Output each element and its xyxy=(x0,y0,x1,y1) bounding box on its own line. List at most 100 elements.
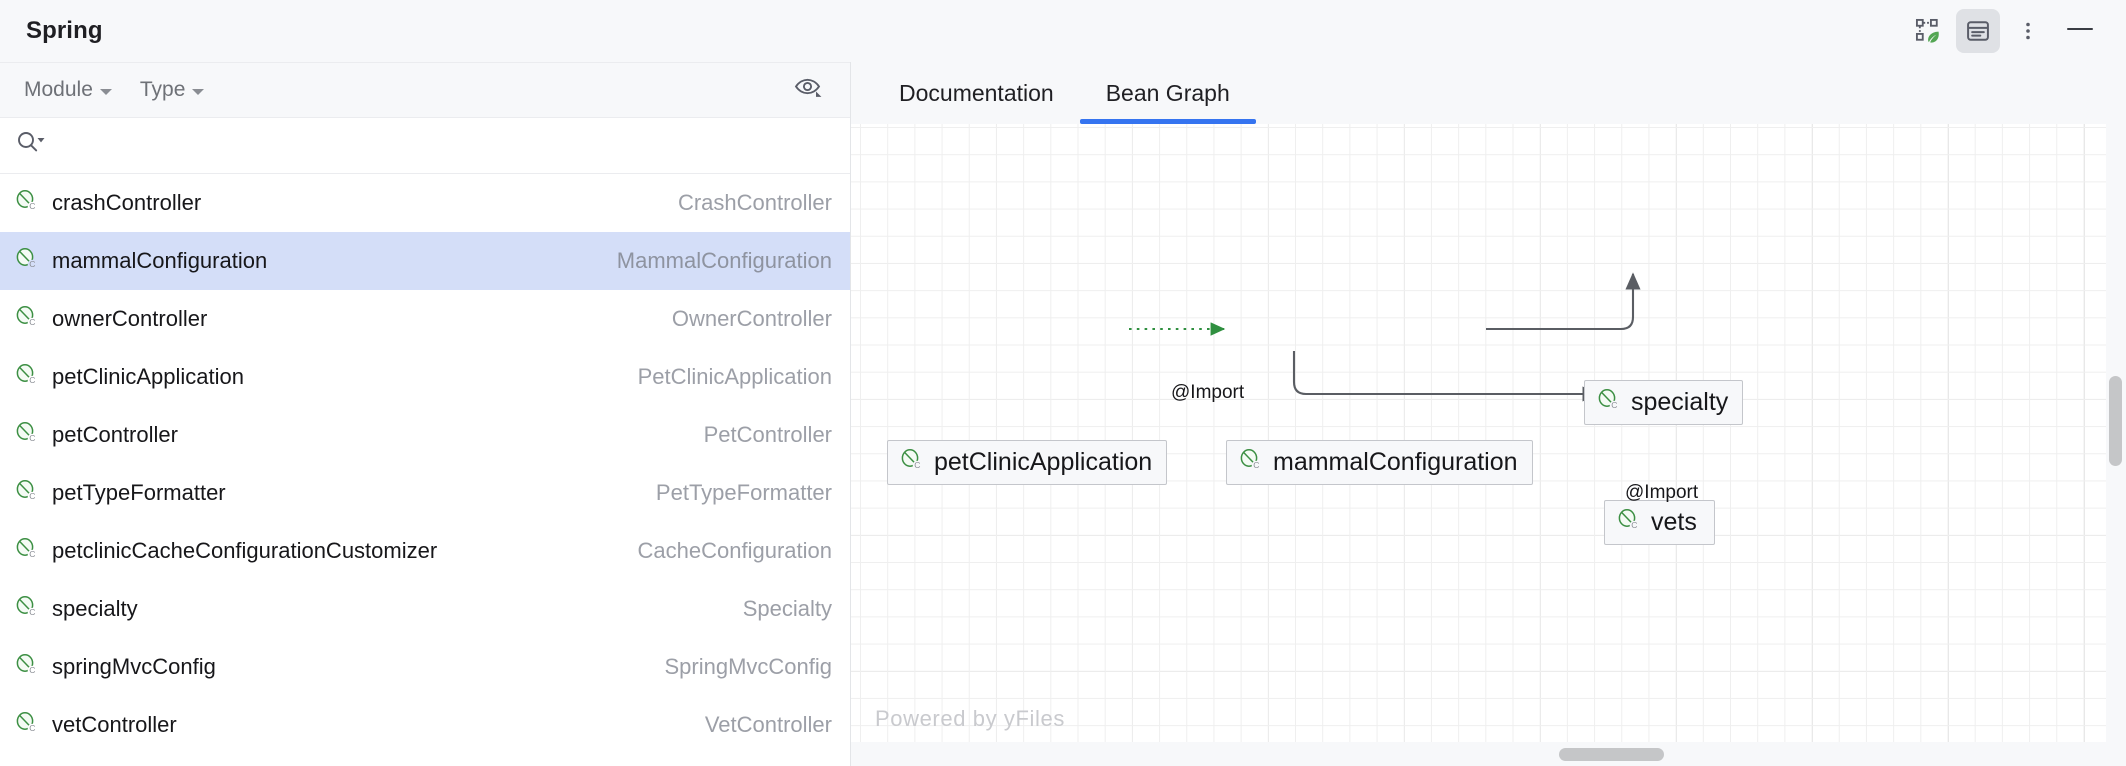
spring-bean-icon: C xyxy=(14,420,40,451)
bean-type: PetTypeFormatter xyxy=(656,480,832,506)
bean-name: ownerController xyxy=(52,306,207,332)
chevron-down-icon xyxy=(100,89,112,95)
svg-text:C: C xyxy=(1631,520,1637,530)
edge-mammalconfiguration-specialty xyxy=(1486,274,1633,329)
bean-name: petTypeFormatter xyxy=(52,480,226,506)
bean-diagram-icon xyxy=(1914,17,1942,45)
bean-name: springMvcConfig xyxy=(52,654,216,680)
spring-bean-icon: C xyxy=(899,447,925,478)
list-item[interactable]: C crashController CrashController xyxy=(0,174,850,232)
spring-bean-icon: C xyxy=(14,652,40,683)
spring-bean-icon: C xyxy=(14,594,40,625)
more-options-button[interactable] xyxy=(2006,9,2050,53)
eye-icon xyxy=(793,75,825,106)
horizontal-scrollbar[interactable] xyxy=(851,742,2126,766)
svg-text:C: C xyxy=(29,375,35,385)
bean-type: PetClinicApplication xyxy=(638,364,832,390)
tab-documentation-label: Documentation xyxy=(899,80,1054,107)
graph-node-label: specialty xyxy=(1631,388,1728,417)
bean-type: Specialty xyxy=(743,596,832,622)
horizontal-scrollbar-thumb[interactable] xyxy=(1559,748,1664,761)
filter-type[interactable]: Type xyxy=(134,75,211,105)
bean-graph-view-button[interactable] xyxy=(1906,9,1950,53)
bean-list[interactable]: C crashController CrashController C xyxy=(0,174,850,766)
spring-bean-icon: C xyxy=(1596,387,1622,418)
list-item[interactable]: C petController PetController xyxy=(0,406,850,464)
filter-bar: Module Type xyxy=(0,62,850,118)
bean-type: SpringMvcConfig xyxy=(664,654,832,680)
bean-name: petController xyxy=(52,422,178,448)
search-bar xyxy=(0,118,850,174)
bean-name: crashController xyxy=(52,190,201,216)
list-item[interactable]: C vetController VetController xyxy=(0,696,850,754)
bean-name: mammalConfiguration xyxy=(52,248,267,274)
edge-mammalconfiguration-vets xyxy=(1294,351,1598,394)
vertical-scrollbar-thumb[interactable] xyxy=(2109,376,2122,466)
bean-name: petClinicApplication xyxy=(52,364,244,390)
list-item[interactable]: C petclinicCacheConfigurationCustomizer … xyxy=(0,522,850,580)
spring-tool-window: Spring xyxy=(0,0,2126,766)
bean-name: vetController xyxy=(52,712,177,738)
detail-panel: Documentation Bean Graph xyxy=(851,62,2126,766)
svg-text:C: C xyxy=(1611,400,1617,410)
page-title: Spring xyxy=(26,17,103,45)
minimize-button[interactable] xyxy=(2056,9,2104,53)
list-item[interactable]: C specialty Specialty xyxy=(0,580,850,638)
documentation-view-button[interactable] xyxy=(1956,9,2000,53)
title-bar: Spring xyxy=(0,0,2126,62)
search-input[interactable] xyxy=(54,118,832,173)
document-list-icon xyxy=(1964,17,1992,45)
bean-name: specialty xyxy=(52,596,138,622)
list-item[interactable]: C petClinicApplication PetClinicApplicat… xyxy=(0,348,850,406)
spring-bean-icon: C xyxy=(1616,507,1642,538)
graph-node-vets[interactable]: C vets xyxy=(1604,500,1715,545)
graph-node-label: mammalConfiguration xyxy=(1273,448,1518,477)
more-vertical-icon xyxy=(2016,19,2040,43)
filter-type-label: Type xyxy=(140,78,186,102)
tab-bean-graph[interactable]: Bean Graph xyxy=(1080,62,1256,124)
vertical-scrollbar[interactable] xyxy=(2106,124,2126,766)
svg-text:C: C xyxy=(29,259,35,269)
spring-bean-icon: C xyxy=(14,246,40,277)
chevron-down-icon xyxy=(192,89,204,95)
svg-text:C: C xyxy=(29,433,35,443)
bean-type: VetController xyxy=(705,712,832,738)
bean-type: MammalConfiguration xyxy=(617,248,832,274)
graph-node-label: vets xyxy=(1651,508,1697,537)
spring-bean-icon: C xyxy=(14,188,40,219)
visibility-toggle-button[interactable] xyxy=(790,71,828,109)
spring-bean-icon: C xyxy=(1238,447,1264,478)
svg-text:C: C xyxy=(29,723,35,733)
svg-text:C: C xyxy=(914,460,920,470)
spring-bean-icon: C xyxy=(14,304,40,335)
bean-type: CrashController xyxy=(678,190,832,216)
bean-type: OwnerController xyxy=(672,306,832,332)
spring-bean-icon: C xyxy=(14,536,40,567)
beans-panel: Module Type xyxy=(0,62,851,766)
list-item[interactable]: C ownerController OwnerController xyxy=(0,290,850,348)
graph-node-mammalconfiguration[interactable]: C mammalConfiguration xyxy=(1226,440,1533,485)
graph-node-label: petClinicApplication xyxy=(934,448,1152,477)
svg-text:C: C xyxy=(1253,460,1259,470)
svg-text:C: C xyxy=(29,491,35,501)
tab-bean-graph-label: Bean Graph xyxy=(1106,80,1230,107)
list-item[interactable]: C springMvcConfig SpringMvcConfig xyxy=(0,638,850,696)
list-item[interactable]: C petTypeFormatter PetTypeFormatter xyxy=(0,464,850,522)
spring-bean-icon: C xyxy=(14,362,40,393)
bean-type: CacheConfiguration xyxy=(638,538,832,564)
tab-bar: Documentation Bean Graph xyxy=(851,62,2126,124)
minimize-icon xyxy=(2065,22,2095,41)
main-body: Module Type xyxy=(0,62,2126,766)
bean-type: PetController xyxy=(704,422,832,448)
bean-graph-canvas[interactable]: C petClinicApplication C mamma xyxy=(851,124,2126,766)
graph-node-petclinicapplication[interactable]: C petClinicApplication xyxy=(887,440,1167,485)
svg-text:C: C xyxy=(29,201,35,211)
list-item[interactable]: C mammalConfiguration MammalConfiguratio… xyxy=(0,232,850,290)
graph-node-specialty[interactable]: C specialty xyxy=(1584,380,1743,425)
spring-bean-icon: C xyxy=(14,710,40,741)
tab-documentation[interactable]: Documentation xyxy=(873,62,1080,124)
svg-text:C: C xyxy=(29,317,35,327)
filter-module[interactable]: Module xyxy=(18,75,118,105)
search-icon[interactable] xyxy=(14,129,48,162)
spring-bean-icon: C xyxy=(14,478,40,509)
